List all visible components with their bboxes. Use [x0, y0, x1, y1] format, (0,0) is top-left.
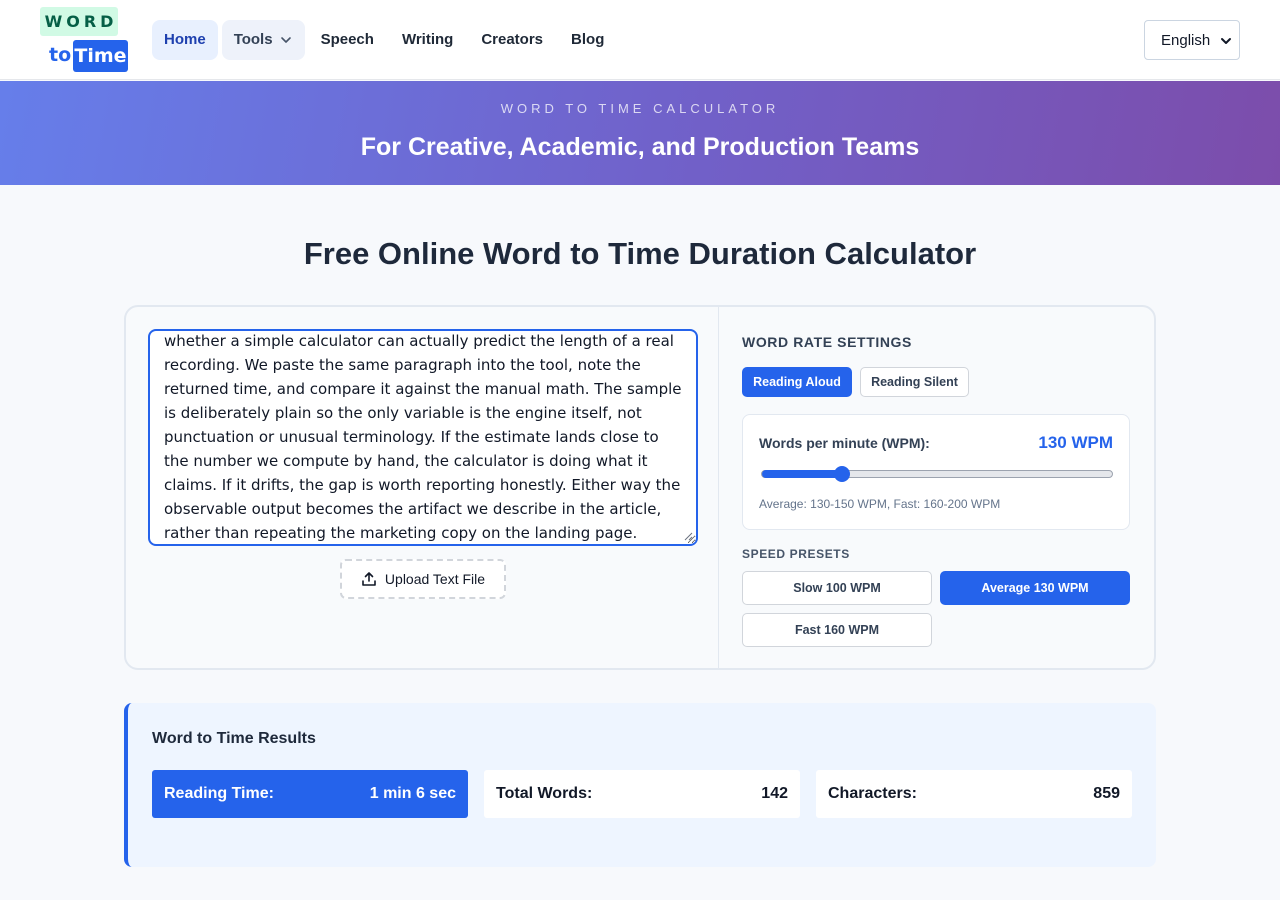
wpm-slider-fill [762, 470, 842, 478]
main-nav: Home Tools Speech Writing Creators Blog [152, 20, 620, 60]
results-panel: Word to Time Results Reading Time: 1 min… [124, 703, 1156, 867]
total-words-stat: Total Words: 142 [484, 770, 800, 818]
text-input-area[interactable]: whether a simple calculator can actually… [148, 329, 698, 546]
preset-average-button[interactable]: Average 130 WPM [940, 571, 1130, 605]
upload-text-file-button[interactable]: Upload Text File [340, 559, 506, 599]
characters-value: 859 [1093, 785, 1120, 802]
calculator-card: whether a simple calculator can actually… [124, 305, 1156, 670]
wpm-label: Words per minute (WPM): [759, 435, 930, 451]
hero-banner: WORD TO TIME CALCULATOR For Creative, Ac… [0, 81, 1280, 185]
wpm-hint: Average: 130-150 WPM, Fast: 160-200 WPM [759, 497, 1001, 511]
total-words-value: 142 [761, 785, 788, 802]
site-header: WORD to Time Home Tools Speech Writing C… [0, 0, 1280, 80]
upload-icon [362, 572, 376, 586]
wpm-slider[interactable] [761, 466, 1113, 482]
nav-tools-dropdown[interactable]: Tools [221, 20, 305, 60]
language-select[interactable]: English [1144, 20, 1240, 60]
reading-time-stat: Reading Time: 1 min 6 sec [152, 770, 468, 818]
card-divider [718, 307, 719, 668]
word-rate-settings: WORD RATE SETTINGS Reading Aloud Reading… [742, 307, 1132, 667]
reading-time-value: 1 min 6 sec [369, 785, 456, 802]
text-input-content: whether a simple calculator can actually… [164, 332, 682, 542]
preset-fast-button[interactable]: Fast 160 WPM [742, 613, 932, 647]
page-title: Free Online Word to Time Duration Calcul… [303, 236, 977, 271]
settings-heading: WORD RATE SETTINGS [742, 334, 912, 350]
reading-aloud-button[interactable]: Reading Aloud [742, 367, 852, 397]
chevron-down-icon [1221, 38, 1231, 44]
banner-title: For Creative, Academic, and Production T… [360, 133, 920, 161]
logo-to-text: to [49, 44, 72, 66]
resize-handle-icon[interactable] [684, 532, 693, 541]
total-words-label: Total Words: [496, 785, 593, 802]
nav-creators[interactable]: Creators [469, 20, 555, 60]
nav-home[interactable]: Home [152, 20, 218, 60]
site-logo[interactable]: WORD to Time [40, 7, 130, 73]
logo-word-badge: WORD [40, 7, 118, 36]
preset-slow-button[interactable]: Slow 100 WPM [742, 571, 932, 605]
results-title: Word to Time Results [152, 730, 316, 747]
reading-silent-button[interactable]: Reading Silent [860, 367, 969, 397]
characters-label: Characters: [828, 785, 917, 802]
upload-label: Upload Text File [384, 571, 486, 587]
logo-time-badge: Time [73, 40, 128, 72]
wpm-panel: Words per minute (WPM): 130 WPM Average:… [742, 414, 1130, 530]
nav-tools-label: Tools [233, 31, 273, 48]
nav-speech[interactable]: Speech [309, 20, 386, 60]
reading-time-label: Reading Time: [164, 785, 274, 802]
wpm-value: 130 WPM [1038, 433, 1113, 452]
chevron-down-icon [280, 37, 291, 43]
nav-writing[interactable]: Writing [390, 20, 465, 60]
language-selected-value: English [1161, 31, 1211, 49]
speed-presets-heading: SPEED PRESETS [742, 547, 850, 561]
characters-stat: Characters: 859 [816, 770, 1132, 818]
nav-blog[interactable]: Blog [559, 20, 616, 60]
banner-subtitle: WORD TO TIME CALCULATOR [500, 101, 780, 116]
wpm-slider-thumb[interactable] [834, 466, 850, 482]
